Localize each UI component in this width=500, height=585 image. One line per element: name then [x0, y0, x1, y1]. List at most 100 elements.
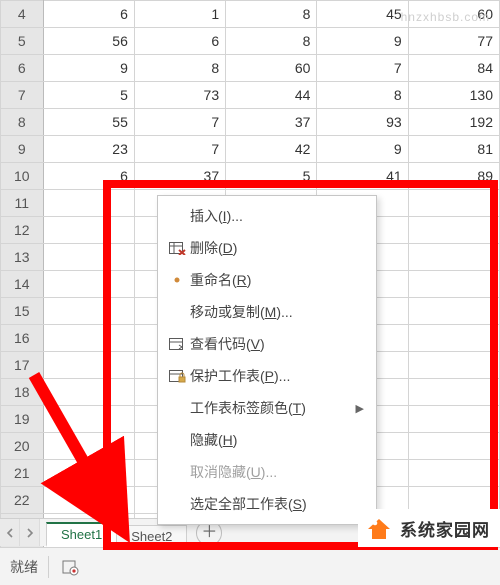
cell[interactable]: [408, 433, 499, 460]
row-header[interactable]: 7: [1, 82, 44, 109]
cell[interactable]: 41: [317, 163, 408, 190]
row-header[interactable]: 18: [1, 379, 44, 406]
row-header[interactable]: 12: [1, 217, 44, 244]
cell[interactable]: [43, 271, 134, 298]
cell[interactable]: [408, 298, 499, 325]
cell[interactable]: 23: [43, 136, 134, 163]
cell[interactable]: [408, 217, 499, 244]
row-header[interactable]: 20: [1, 433, 44, 460]
menu-delete[interactable]: 删除(D): [158, 232, 376, 264]
blank-icon: [164, 398, 190, 418]
cell[interactable]: 192: [408, 109, 499, 136]
cell[interactable]: [408, 460, 499, 487]
row-header[interactable]: 10: [1, 163, 44, 190]
cell[interactable]: [408, 190, 499, 217]
row-header[interactable]: 4: [1, 1, 44, 28]
cell[interactable]: 5: [226, 163, 317, 190]
sheet-tab-sheet1[interactable]: Sheet1: [46, 522, 117, 547]
cell[interactable]: [408, 379, 499, 406]
cell[interactable]: [43, 190, 134, 217]
cell[interactable]: [408, 325, 499, 352]
row-header[interactable]: 8: [1, 109, 44, 136]
tab-nav-next-button[interactable]: [20, 519, 40, 546]
cell[interactable]: 9: [317, 136, 408, 163]
cell[interactable]: 6: [43, 1, 134, 28]
menu-tab-color[interactable]: 工作表标签颜色(T) ▶: [158, 392, 376, 424]
cell[interactable]: 89: [408, 163, 499, 190]
cell[interactable]: 37: [134, 163, 225, 190]
cell[interactable]: 8: [317, 82, 408, 109]
cell[interactable]: 42: [226, 136, 317, 163]
cell[interactable]: 9: [317, 28, 408, 55]
row-header[interactable]: 9: [1, 136, 44, 163]
cell[interactable]: 8: [134, 55, 225, 82]
menu-move-or-copy[interactable]: 移动或复制(M)...: [158, 296, 376, 328]
menu-insert[interactable]: 插入(I)...: [158, 200, 376, 232]
macro-record-icon[interactable]: [59, 556, 81, 578]
brand-footer: 系统家园网: [358, 509, 500, 547]
cell[interactable]: 9: [43, 55, 134, 82]
sheet-tab-sheet2[interactable]: Sheet2: [116, 525, 187, 547]
cell[interactable]: 37: [226, 109, 317, 136]
cell[interactable]: 7: [317, 55, 408, 82]
cell[interactable]: 81: [408, 136, 499, 163]
cell[interactable]: [43, 379, 134, 406]
cell[interactable]: [43, 406, 134, 433]
row-header[interactable]: 11: [1, 190, 44, 217]
row-header[interactable]: 13: [1, 244, 44, 271]
cell[interactable]: [43, 433, 134, 460]
cell[interactable]: 8: [226, 28, 317, 55]
cell[interactable]: 55: [43, 109, 134, 136]
menu-move-label: 移动或复制(M)...: [190, 302, 364, 322]
menu-rename[interactable]: 重命名(R): [158, 264, 376, 296]
cell[interactable]: [43, 298, 134, 325]
cell[interactable]: 73: [134, 82, 225, 109]
cell[interactable]: [43, 460, 134, 487]
cell[interactable]: 1: [134, 1, 225, 28]
row-header[interactable]: 21: [1, 460, 44, 487]
cell[interactable]: 44: [226, 82, 317, 109]
row-header[interactable]: 16: [1, 325, 44, 352]
cell[interactable]: 45: [317, 1, 408, 28]
row-header[interactable]: 5: [1, 28, 44, 55]
cell[interactable]: 60: [408, 1, 499, 28]
cell[interactable]: 8: [226, 1, 317, 28]
cell[interactable]: [408, 352, 499, 379]
cell[interactable]: 56: [43, 28, 134, 55]
row-header[interactable]: 17: [1, 352, 44, 379]
cell[interactable]: 84: [408, 55, 499, 82]
row-header[interactable]: 22: [1, 487, 44, 514]
cell[interactable]: 77: [408, 28, 499, 55]
submenu-arrow-icon: ▶: [356, 402, 364, 415]
cell[interactable]: 130: [408, 82, 499, 109]
menu-unhide-label: 取消隐藏(U)...: [190, 462, 364, 482]
menu-protect-label: 保护工作表(P)...: [190, 366, 364, 386]
cell[interactable]: 6: [43, 163, 134, 190]
cell[interactable]: 60: [226, 55, 317, 82]
row-header[interactable]: 15: [1, 298, 44, 325]
row-header[interactable]: 14: [1, 271, 44, 298]
row-header[interactable]: 6: [1, 55, 44, 82]
cell[interactable]: [408, 271, 499, 298]
menu-insert-label: 插入(I)...: [190, 206, 364, 226]
cell[interactable]: [43, 487, 134, 514]
cell[interactable]: 7: [134, 136, 225, 163]
cell[interactable]: 6: [134, 28, 225, 55]
menu-hide[interactable]: 隐藏(H): [158, 424, 376, 456]
cell[interactable]: [43, 217, 134, 244]
status-ready-label: 就绪: [10, 557, 38, 577]
cell[interactable]: [408, 244, 499, 271]
cell[interactable]: 7: [134, 109, 225, 136]
cell[interactable]: [43, 352, 134, 379]
cell[interactable]: 5: [43, 82, 134, 109]
cell[interactable]: 93: [317, 109, 408, 136]
tab-nav-prev-button[interactable]: [0, 519, 20, 546]
menu-protect-sheet[interactable]: 保护工作表(P)...: [158, 360, 376, 392]
menu-select-all-label: 选定全部工作表(S): [190, 494, 364, 514]
cell[interactable]: [408, 406, 499, 433]
row-header[interactable]: 19: [1, 406, 44, 433]
cell[interactable]: [43, 325, 134, 352]
menu-select-all-sheets[interactable]: 选定全部工作表(S): [158, 488, 376, 520]
menu-view-code[interactable]: 查看代码(V): [158, 328, 376, 360]
cell[interactable]: [43, 244, 134, 271]
